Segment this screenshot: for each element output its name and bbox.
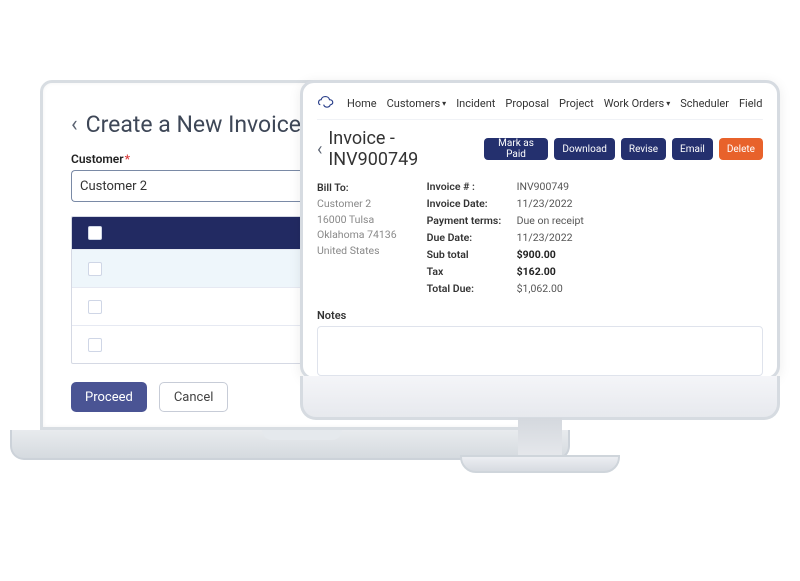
chevron-down-icon: ▾	[442, 99, 446, 108]
row-checkbox[interactable]	[88, 300, 102, 314]
due-date-label: Due Date:	[427, 231, 517, 244]
invoice-title: Invoice - INV900749	[328, 128, 483, 170]
top-navbar: Home Customers▾ Incident Proposal Projec…	[317, 93, 763, 120]
nav-home[interactable]: Home	[347, 97, 377, 110]
mark-as-paid-button[interactable]: Mark as Paid	[484, 138, 549, 160]
notes-textarea[interactable]	[317, 326, 763, 376]
monitor-foot	[460, 455, 620, 473]
invoice-date-value: 11/23/2022	[517, 197, 607, 210]
bill-to-name: Customer 2	[317, 196, 397, 212]
invoice-date-label: Invoice Date:	[427, 197, 517, 210]
tax-value: $162.00	[517, 265, 607, 278]
nav-label: Field Tickets	[739, 97, 763, 110]
due-date-value: 11/23/2022	[517, 231, 607, 244]
monitor-window: Home Customers▾ Incident Proposal Projec…	[300, 80, 780, 380]
required-asterisk: *	[125, 152, 130, 166]
total-due-value: $1,062.00	[517, 282, 607, 295]
chevron-down-icon: ▾	[666, 99, 670, 108]
nav-field-tickets[interactable]: Field Tickets	[739, 97, 763, 110]
back-chevron-icon[interactable]: ‹	[71, 112, 78, 137]
monitor-chin	[300, 376, 780, 420]
tax-label: Tax	[427, 265, 517, 278]
back-chevron-icon[interactable]: ‹	[317, 139, 322, 160]
customer-combobox-value: Customer 2	[80, 179, 147, 194]
notes-label: Notes	[317, 309, 763, 322]
nav-label: Scheduler	[680, 97, 729, 110]
nav-project[interactable]: Project	[559, 97, 594, 110]
email-button[interactable]: Email	[672, 138, 713, 160]
nav-label: Project	[559, 97, 594, 110]
revise-button[interactable]: Revise	[621, 138, 666, 160]
bill-to-line3: United States	[317, 243, 397, 259]
bill-to-line1: 16000 Tulsa	[317, 212, 397, 228]
nav-label: Work Orders	[604, 97, 665, 110]
invoice-number-label: Invoice # :	[427, 180, 517, 193]
payment-terms-value: Due on receipt	[517, 214, 607, 227]
delete-button[interactable]: Delete	[719, 138, 763, 160]
select-all-checkbox[interactable]	[88, 226, 102, 240]
nav-incident[interactable]: Incident	[456, 97, 495, 110]
nav-customers[interactable]: Customers▾	[387, 97, 447, 110]
customer-label-text: Customer	[71, 152, 124, 166]
sub-total-value: $900.00	[517, 248, 607, 261]
download-button[interactable]: Download	[554, 138, 615, 160]
invoice-number-value: INV900749	[517, 180, 607, 193]
payment-terms-label: Payment terms:	[427, 214, 517, 227]
sub-total-label: Sub total	[427, 248, 517, 261]
row-checkbox[interactable]	[88, 338, 102, 352]
invoice-meta-grid: Invoice # : INV900749 Invoice Date: 11/2…	[427, 180, 607, 295]
nav-label: Home	[347, 97, 377, 110]
nav-label: Proposal	[505, 97, 549, 110]
app-logo-icon[interactable]	[317, 93, 337, 113]
nav-work-orders[interactable]: Work Orders▾	[604, 97, 671, 110]
page-title: Create a New Invoice	[86, 111, 301, 138]
bill-to-label: Bill To:	[317, 180, 397, 196]
nav-label: Customers	[387, 97, 441, 110]
total-due-label: Total Due:	[427, 282, 517, 295]
nav-scheduler[interactable]: Scheduler	[680, 97, 729, 110]
laptop-notch	[262, 430, 342, 440]
nav-label: Incident	[456, 97, 495, 110]
cancel-button[interactable]: Cancel	[159, 382, 229, 412]
row-checkbox[interactable]	[88, 262, 102, 276]
bill-to-line2: Oklahoma 74136	[317, 227, 397, 243]
monitor-stand	[518, 418, 562, 458]
proceed-button[interactable]: Proceed	[71, 382, 147, 412]
nav-proposal[interactable]: Proposal	[505, 97, 549, 110]
bill-to-block: Bill To: Customer 2 16000 Tulsa Oklahoma…	[317, 180, 397, 295]
